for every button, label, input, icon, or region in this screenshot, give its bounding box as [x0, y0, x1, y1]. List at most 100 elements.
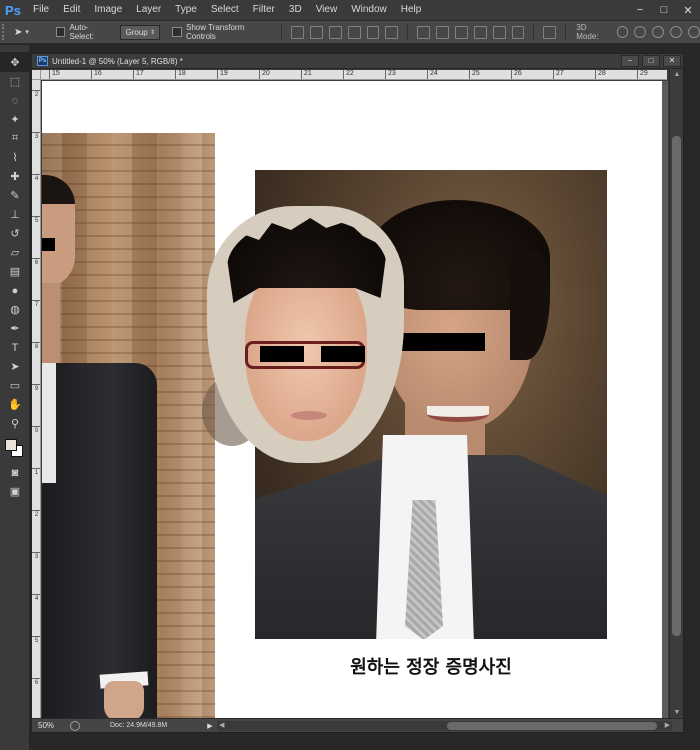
align-left-icon[interactable]: [347, 25, 361, 39]
marquee-tool-icon[interactable]: ⬚: [0, 72, 30, 91]
status-bar: 50% Doc: 24.9M/49.8M ▶ ◀ ▶: [32, 718, 683, 732]
brush-tool-icon[interactable]: ✎: [0, 186, 30, 205]
distribute-left-icon[interactable]: [473, 25, 487, 39]
eraser-tool-icon[interactable]: ▱: [0, 243, 30, 262]
magic-wand-tool-icon[interactable]: ✦: [0, 110, 30, 129]
menu-help[interactable]: Help: [394, 0, 429, 20]
doc-maximize-button[interactable]: □: [642, 55, 660, 67]
dodge-tool-icon[interactable]: ◍: [0, 300, 30, 319]
pen-tool-icon[interactable]: ✒: [0, 319, 30, 338]
menu-image[interactable]: Image: [87, 0, 129, 20]
vertical-scroll-thumb[interactable]: [672, 136, 681, 636]
screen-mode-icon[interactable]: ▣: [0, 482, 30, 501]
menu-3d[interactable]: 3D: [282, 0, 309, 20]
3d-roll-icon[interactable]: [634, 26, 647, 38]
cutout-eye-censor-bar-right: [321, 346, 365, 362]
quick-mask-icon[interactable]: ◙: [0, 463, 30, 482]
align-vcenter-icon[interactable]: [310, 25, 323, 39]
align-top-icon[interactable]: [291, 25, 305, 39]
auto-align-icon[interactable]: [543, 25, 557, 39]
blur-tool-icon[interactable]: ●: [0, 281, 30, 300]
minimize-button[interactable]: −: [628, 0, 652, 20]
separator: [281, 24, 283, 40]
left-suit-photo[interactable]: [42, 133, 215, 718]
scroll-down-icon[interactable]: ▼: [670, 708, 684, 718]
menu-view[interactable]: View: [309, 0, 345, 20]
healing-tool-icon[interactable]: ✚: [0, 167, 30, 186]
doc-close-button[interactable]: ✕: [663, 55, 681, 67]
align-bottom-icon[interactable]: [328, 25, 342, 39]
hand-tool-icon[interactable]: ✋: [0, 395, 30, 414]
maximize-button[interactable]: □: [652, 0, 676, 20]
status-info-icon[interactable]: [70, 720, 80, 731]
photoshop-logo: Ps: [5, 2, 21, 18]
gradient-tool-icon[interactable]: ▤: [0, 262, 30, 281]
3d-slide-icon[interactable]: [670, 26, 683, 38]
distribute-bottom-icon[interactable]: [455, 25, 468, 39]
menu-layer[interactable]: Layer: [129, 0, 168, 20]
cutout-eye-censor-bar-left: [260, 346, 304, 362]
canvas-caption[interactable]: 원하는 정장 증명사진: [255, 653, 607, 679]
lasso-tool-icon[interactable]: ◌: [0, 91, 30, 110]
eyedropper-tool-icon[interactable]: ⌇: [0, 148, 30, 167]
type-tool-icon[interactable]: T: [0, 338, 30, 357]
distribute-vcenter-icon[interactable]: [436, 25, 450, 39]
horizontal-scrollbar[interactable]: ◀ ▶: [217, 721, 672, 731]
menu-window[interactable]: Window: [344, 0, 394, 20]
menu-type[interactable]: Type: [168, 0, 204, 20]
document-canvas[interactable]: 원하는 정장 증명사진: [42, 81, 662, 718]
face-cutout-layer[interactable]: [207, 206, 404, 463]
status-menu-arrow-icon[interactable]: ▶: [207, 722, 212, 730]
vertical-ruler[interactable]: 2 3 4 5 6 7 8 9 0 1 2 3 4 5 6: [32, 80, 41, 718]
ruler-h-label: 21: [301, 70, 312, 79]
doc-minimize-button[interactable]: −: [621, 55, 639, 67]
3d-drag-icon[interactable]: [652, 26, 665, 38]
history-brush-tool-icon[interactable]: ↺: [0, 224, 30, 243]
zoom-tool-icon[interactable]: ⚲: [0, 414, 30, 433]
3d-scale-icon[interactable]: [688, 26, 700, 38]
distribute-hcenter-icon[interactable]: [492, 25, 506, 39]
menu-file[interactable]: File: [26, 0, 56, 20]
ruler-v-label: 3: [32, 132, 40, 141]
horizontal-ruler[interactable]: 15 16 17 18 19 20 21 22 23 24 25 26 27 2…: [41, 70, 667, 80]
canvas-area[interactable]: 원하는 정장 증명사진: [42, 81, 668, 718]
close-button[interactable]: ✕: [676, 0, 700, 20]
distribute-top-icon[interactable]: [417, 25, 431, 39]
path-selection-tool-icon[interactable]: ➤: [0, 357, 30, 376]
clone-stamp-tool-icon[interactable]: ⊥: [0, 205, 30, 224]
crop-tool-icon[interactable]: ⌗: [0, 129, 30, 148]
options-grip[interactable]: [2, 24, 8, 40]
vertical-scrollbar[interactable]: ▲ ▼: [669, 70, 683, 718]
ruler-v-label: 5: [32, 636, 40, 645]
rectangle-tool-icon[interactable]: ▭: [0, 376, 30, 395]
auto-select-checkbox[interactable]: [55, 27, 66, 37]
foreground-color-swatch[interactable]: [5, 439, 17, 451]
zoom-level[interactable]: 50%: [32, 721, 66, 730]
ruler-v-label: 6: [32, 258, 40, 267]
distribute-right-icon[interactable]: [511, 25, 525, 39]
show-transform-checkbox[interactable]: [172, 27, 183, 37]
3d-rotate-icon[interactable]: [616, 26, 629, 38]
ruler-origin[interactable]: [32, 70, 41, 80]
document-tab[interactable]: Ps Untitled-1 @ 50% (Layer 5, RGB/8) * −…: [32, 54, 683, 69]
scroll-left-icon[interactable]: ◀: [219, 721, 224, 731]
toolbar-grip[interactable]: [0, 45, 29, 53]
ruler-h-label: 15: [49, 70, 60, 79]
scroll-up-icon[interactable]: ▲: [670, 70, 684, 80]
auto-select-dropdown[interactable]: Group ⇕: [120, 24, 161, 40]
ruler-v-label: 3: [32, 552, 40, 561]
move-tool-icon[interactable]: ✥: [0, 53, 30, 72]
align-right-icon[interactable]: [385, 25, 399, 39]
menu-select[interactable]: Select: [204, 0, 246, 20]
menu-edit[interactable]: Edit: [56, 0, 87, 20]
tool-preset-picker[interactable]: ➤ ▾: [14, 23, 48, 41]
menu-filter[interactable]: Filter: [246, 0, 282, 20]
document-window: Ps Untitled-1 @ 50% (Layer 5, RGB/8) * −…: [31, 53, 684, 733]
ruler-h-label: 24: [427, 70, 438, 79]
scroll-right-icon[interactable]: ▶: [665, 721, 670, 731]
ruler-h-label: 16: [91, 70, 102, 79]
color-swatches[interactable]: [0, 433, 30, 463]
horizontal-scroll-thumb[interactable]: [447, 722, 657, 730]
tools-panel: ✥ ⬚ ◌ ✦ ⌗ ⌇ ✚ ✎ ⊥ ↺ ▱ ▤ ● ◍ ✒ T ➤ ▭ ✋ ⚲ …: [0, 45, 30, 750]
align-hcenter-icon[interactable]: [366, 25, 380, 39]
